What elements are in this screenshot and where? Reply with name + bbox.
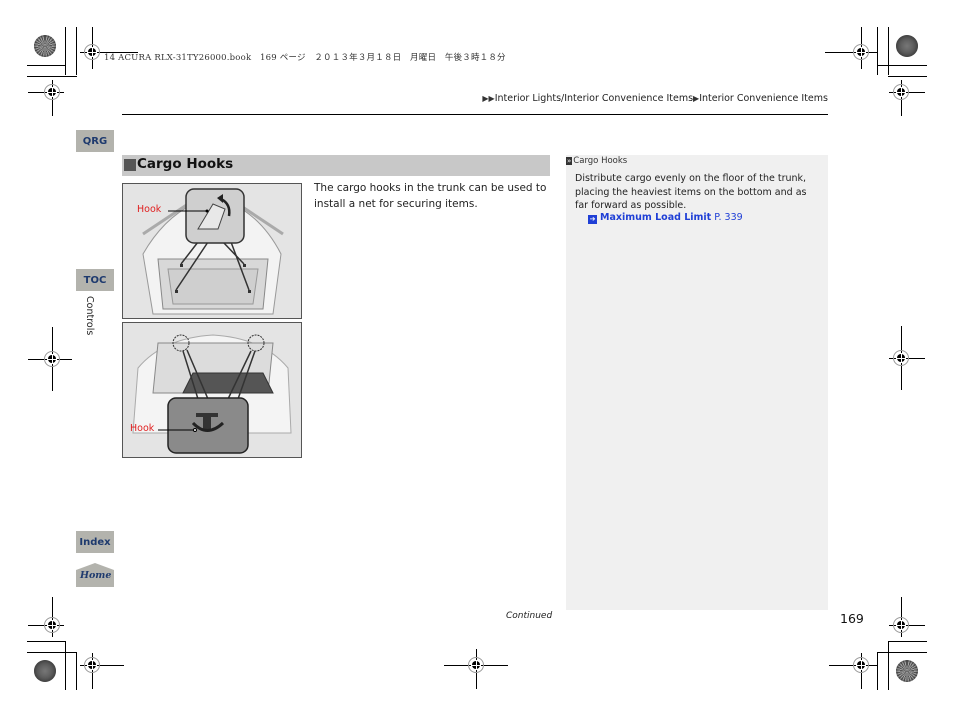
hook-callout-label: Hook xyxy=(137,204,162,215)
breadcrumb-item[interactable]: Interior Convenience Items xyxy=(699,93,828,104)
section-title: Cargo Hooks xyxy=(137,156,234,172)
home-label: Home xyxy=(80,570,112,581)
crop-line xyxy=(76,27,77,75)
section-marker-icon xyxy=(124,159,136,171)
continued-label: Continued xyxy=(506,611,553,621)
crop-line xyxy=(888,641,889,690)
link-page-ref[interactable]: P. 339 xyxy=(714,212,742,223)
crop-line xyxy=(27,65,66,66)
crop-line xyxy=(27,641,66,642)
crop-line xyxy=(877,652,878,690)
figure-sedan-cargo-hooks: Hook xyxy=(122,322,302,458)
color-rosette-icon xyxy=(896,660,918,682)
figure-hatchback-cargo-hooks: Hook xyxy=(122,183,302,319)
crop-line xyxy=(76,652,77,690)
chapter-label: Controls xyxy=(84,296,95,336)
crop-line xyxy=(65,27,66,75)
breadcrumb: ▶▶Interior Lights/Interior Convenience I… xyxy=(482,93,828,104)
crop-line xyxy=(888,27,889,75)
link-arrow-icon: ➔ xyxy=(588,215,597,224)
color-rosette-icon xyxy=(896,35,918,57)
crop-line xyxy=(65,641,66,690)
maximum-load-limit-link[interactable]: ➔ Maximum Load Limit P. 339 xyxy=(588,212,743,224)
toc-button[interactable]: TOC xyxy=(76,269,114,291)
section-body-text: The cargo hooks in the trunk can be used… xyxy=(314,182,547,210)
hook-callout-label: Hook xyxy=(130,423,155,434)
crop-line xyxy=(877,652,927,653)
crop-line xyxy=(888,76,927,77)
color-rosette-icon xyxy=(34,35,56,57)
sidebar-body-text: Distribute cargo evenly on the floor of … xyxy=(575,173,807,211)
breadcrumb-item[interactable]: Interior Lights/Interior Convenience Ite… xyxy=(495,93,693,104)
color-rosette-icon xyxy=(34,660,56,682)
crop-line xyxy=(27,652,77,653)
crop-line xyxy=(888,641,927,642)
trunk-illustration xyxy=(123,323,301,457)
print-header-meta: 14 ACURA RLX-31TY26000.book 169 ページ ２０１３… xyxy=(104,53,506,63)
section-header: Cargo Hooks xyxy=(122,155,550,176)
qrg-button[interactable]: QRG xyxy=(76,130,114,152)
breadcrumb-arrow-icon: ▶▶ xyxy=(482,94,495,103)
sidebar-note: » Cargo Hooks Distribute cargo evenly on … xyxy=(566,155,828,610)
index-button[interactable]: Index xyxy=(76,531,114,553)
header-rule xyxy=(122,114,828,115)
crop-line xyxy=(27,76,77,77)
crop-line xyxy=(877,65,927,66)
crop-line xyxy=(877,27,878,75)
double-arrow-icon: » xyxy=(566,157,573,165)
link-text[interactable]: Maximum Load Limit xyxy=(600,212,711,223)
home-button[interactable]: Home xyxy=(76,563,114,587)
sidebar-heading: » Cargo Hooks xyxy=(566,156,628,166)
page-number: 169 xyxy=(840,611,864,626)
